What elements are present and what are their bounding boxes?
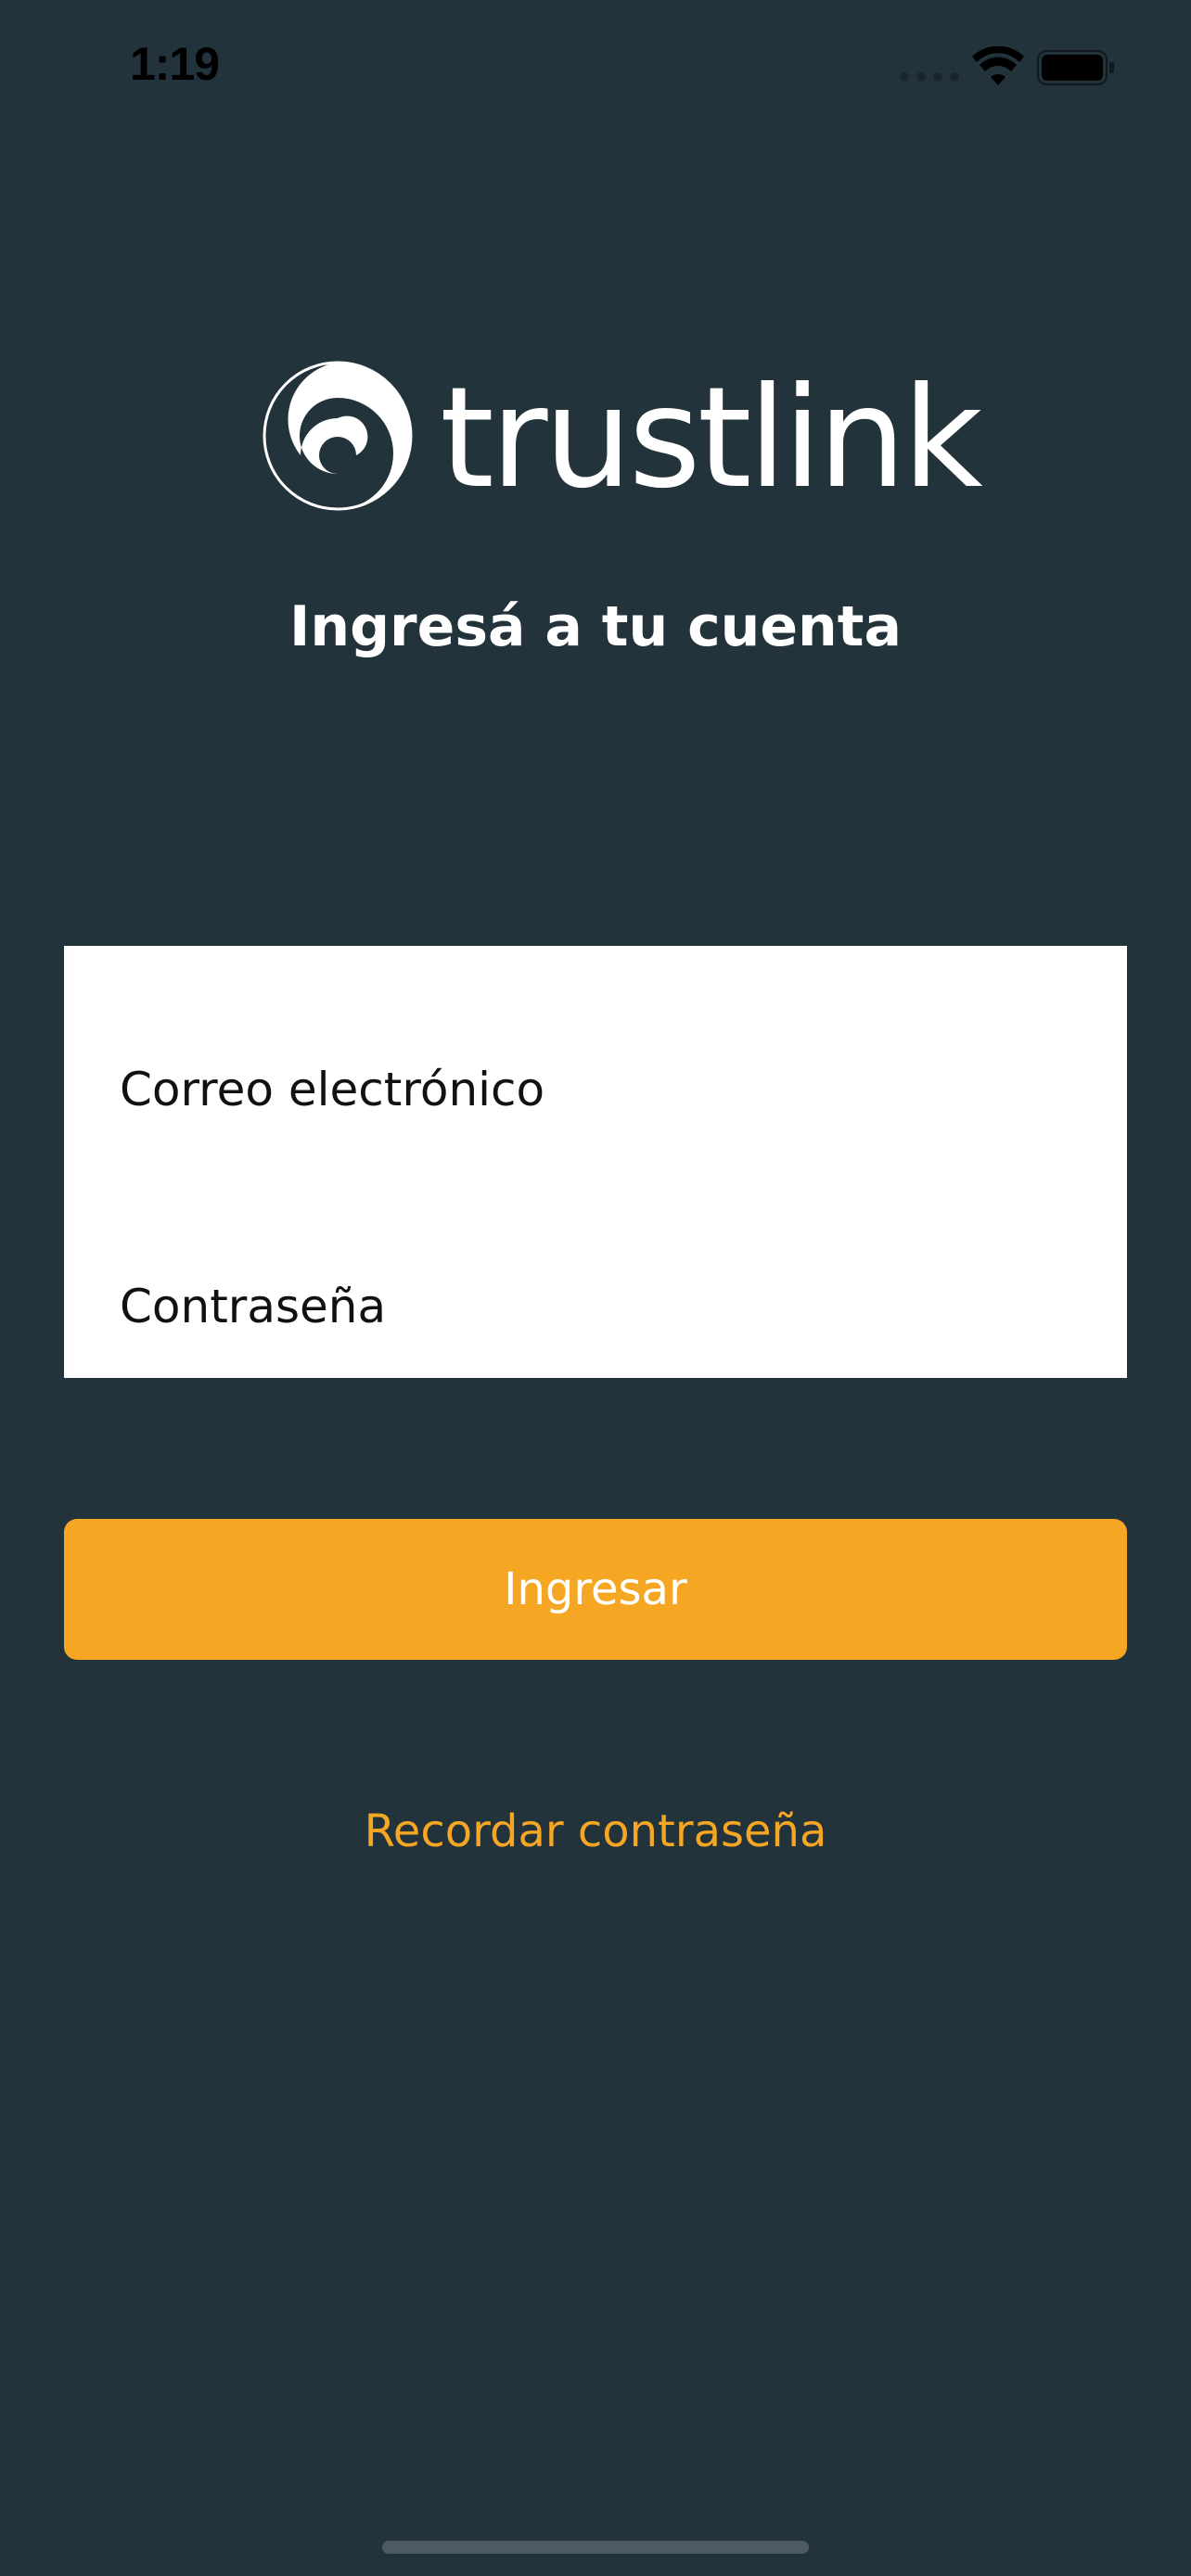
- login-button[interactable]: Ingresar: [64, 1519, 1127, 1660]
- page-title: Ingresá a tu cuenta: [289, 594, 902, 659]
- app-logo: trustlink: [262, 360, 983, 517]
- login-form: Correo electrónico Contraseña: [64, 946, 1127, 1378]
- password-field[interactable]: Contraseña: [120, 1265, 1084, 1348]
- logo-wordmark: trustlink: [440, 358, 983, 519]
- wifi-icon: [972, 46, 1024, 85]
- forgot-password-link[interactable]: Recordar contraseña: [0, 1799, 1191, 1864]
- status-bar: 1:19: [0, 0, 1191, 139]
- home-indicator[interactable]: [382, 2541, 809, 2554]
- email-field[interactable]: Correo electrónico: [120, 1048, 1084, 1131]
- cellular-signal-icon: [900, 72, 959, 82]
- battery-icon: [1037, 50, 1114, 85]
- status-time: 1:19: [130, 38, 220, 90]
- spiral-logo-icon: [263, 361, 413, 511]
